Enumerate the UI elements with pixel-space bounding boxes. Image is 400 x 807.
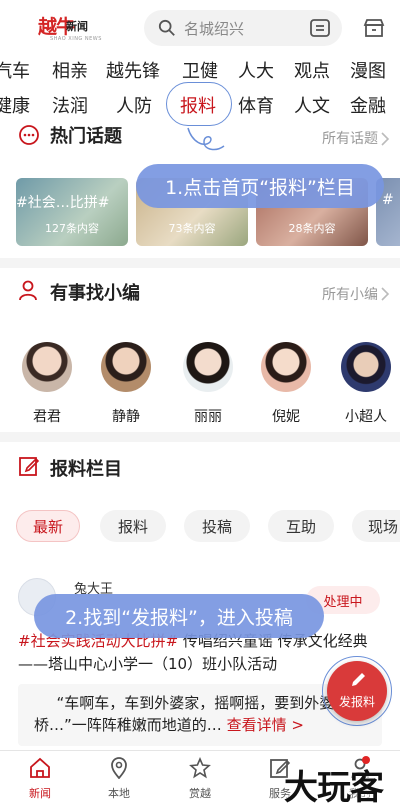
avatar — [101, 342, 151, 392]
nav-label: 赏越 — [189, 787, 211, 800]
section-title: 热门话题 — [50, 126, 122, 147]
section-divider — [0, 258, 400, 268]
read-more-link[interactable]: 查看详情 > — [227, 716, 304, 734]
editor-name: 君君 — [33, 409, 61, 425]
editor-card[interactable]: 君君 — [19, 342, 75, 426]
channel-item[interactable]: 体育 — [238, 92, 274, 118]
filter-tag-active[interactable]: 最新 — [16, 510, 80, 542]
channel-item[interactable]: 越先锋 — [106, 57, 160, 83]
chat-icon — [19, 125, 39, 145]
home-icon — [30, 757, 50, 778]
avatar — [22, 342, 72, 392]
topic-count: 73条内容 — [168, 222, 216, 235]
editor-card[interactable]: 静静 — [98, 342, 154, 426]
channel-item[interactable]: 卫健 — [182, 57, 218, 83]
avatar — [261, 342, 311, 392]
topic-name: #社会…比拼# — [16, 195, 110, 211]
channel-item[interactable]: 法润 — [52, 92, 88, 118]
nav-label: 新闻 — [29, 787, 51, 800]
nav-item-local[interactable]: 本地 — [89, 757, 149, 801]
avatar — [341, 342, 391, 392]
filter-tag[interactable]: 现场 — [352, 510, 400, 542]
chevron-right-icon — [381, 132, 390, 146]
editor-card[interactable]: 倪妮 — [258, 342, 314, 426]
search-icon — [158, 19, 175, 36]
tooltip-step-1: 1.点击首页“报料”栏目 — [136, 164, 384, 208]
editor-card[interactable]: 丽丽 — [180, 342, 236, 426]
channel-item[interactable]: 人大 — [238, 57, 274, 83]
submit-report-label: 发报料 — [338, 695, 375, 709]
location-icon — [111, 757, 127, 779]
nav-item-news[interactable]: 新闻 — [10, 757, 70, 801]
nav-label: 本地 — [108, 787, 130, 800]
app-header: 越牛 新闻 SHAO XING NEWS 名城绍兴 — [0, 0, 400, 56]
filter-tag[interactable]: 互助 — [268, 510, 334, 542]
channel-item[interactable]: 漫图 — [350, 57, 386, 83]
section-title: 有事找小编 — [50, 283, 140, 304]
filter-tag[interactable]: 报料 — [100, 510, 166, 542]
tooltip-step-2: 2.找到“发报料”，进入投稿 — [34, 594, 324, 638]
store-icon[interactable] — [362, 16, 386, 40]
edit-icon — [19, 457, 40, 476]
channel-item[interactable]: 人防 — [116, 92, 152, 118]
chevron-right-icon — [381, 287, 390, 301]
hot-topics-header: 热门话题 所有话题 — [0, 116, 400, 156]
channel-item[interactable]: 汽车 — [0, 57, 30, 83]
channel-item[interactable]: 健康 — [0, 92, 30, 118]
channel-item[interactable]: 相亲 — [52, 57, 88, 83]
editor-name: 静静 — [112, 409, 140, 425]
search-placeholder: 名城绍兴 — [184, 19, 245, 38]
nav-item-discover[interactable]: 赏越 — [170, 757, 230, 801]
topic-count: 28条内容 — [288, 222, 336, 235]
editor-name: 倪妮 — [272, 409, 300, 425]
user-icon — [19, 280, 37, 301]
section-divider — [0, 432, 400, 442]
all-topics-link[interactable]: 所有话题 — [322, 128, 378, 148]
channel-item[interactable]: 观点 — [294, 57, 330, 83]
star-icon — [189, 757, 211, 779]
submit-report-button[interactable]: 发报料 — [327, 661, 387, 721]
filter-tag[interactable]: 投稿 — [184, 510, 250, 542]
app-logo[interactable]: 越牛 新闻 SHAO XING NEWS — [38, 10, 106, 46]
editor-name: 小超人 — [345, 409, 387, 425]
editor-name: 丽丽 — [194, 409, 222, 425]
pencil-icon — [352, 673, 365, 686]
channel-item[interactable]: 金融 — [350, 92, 386, 118]
scan-icon[interactable] — [308, 16, 332, 40]
editor-card[interactable]: 小超人 — [338, 342, 394, 426]
avatar — [183, 342, 233, 392]
editors-header: 有事找小编 所有小编 — [0, 270, 400, 310]
all-editors-link[interactable]: 所有小编 — [322, 284, 378, 304]
watermark: 大玩客 — [284, 768, 384, 807]
topic-card[interactable]: #社会…比拼# 127条内容 — [16, 178, 128, 246]
section-title: 报料栏目 — [50, 459, 122, 480]
logo-sub-text: 新闻 — [66, 20, 88, 33]
channel-item[interactable]: 人文 — [294, 92, 330, 118]
report-column-header: 报料栏目 — [0, 446, 400, 486]
topic-name: # — [382, 192, 394, 208]
topic-count: 127条内容 — [45, 222, 99, 235]
logo-english-text: SHAO XING NEWS — [50, 36, 102, 42]
